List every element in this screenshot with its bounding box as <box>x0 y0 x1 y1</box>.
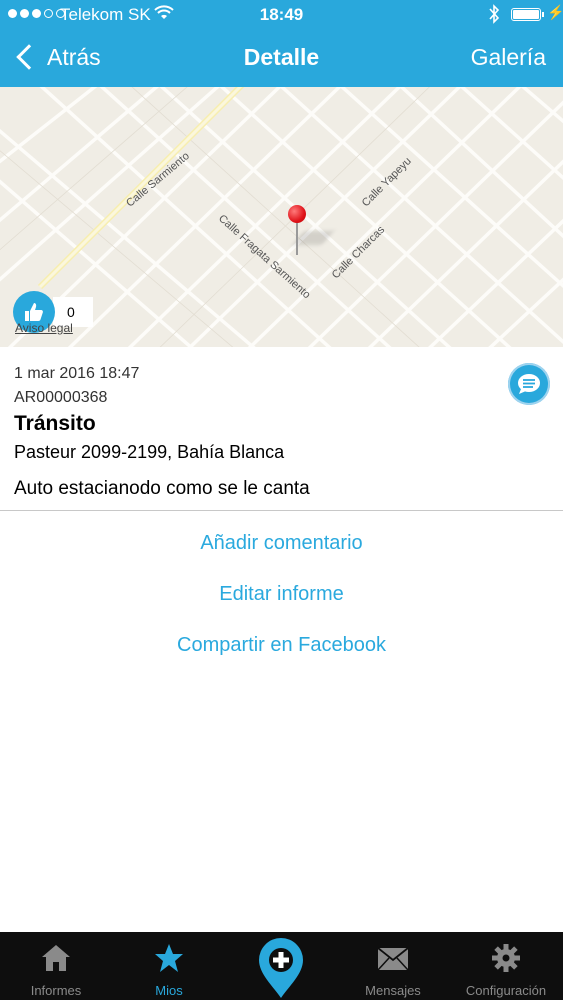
status-bar: Telekom SK 18:49 ⚡ <box>0 0 563 30</box>
chat-bubble-icon <box>518 374 540 394</box>
add-report-button[interactable] <box>257 936 305 1000</box>
edit-report-button[interactable]: Editar informe <box>0 583 563 606</box>
legal-notice-link[interactable]: Aviso legal <box>15 321 73 335</box>
envelope-icon <box>377 947 409 971</box>
map-view[interactable]: Calle Sarmiento Calle Fragata Sarmiento … <box>0 87 563 347</box>
add-pin-icon <box>259 938 303 998</box>
tab-mensajes[interactable]: Mensajes <box>350 932 436 1000</box>
report-detail: 1 mar 2016 18:47 AR00000368 Tránsito Pas… <box>0 347 563 511</box>
status-time: 18:49 <box>259 5 304 24</box>
tab-mios[interactable]: Mios <box>128 932 210 1000</box>
top-bar: Telekom SK 18:49 ⚡ Atrás Detalle Galería <box>0 0 563 87</box>
comments-button[interactable] <box>508 363 550 405</box>
tab-label: Mensajes <box>365 983 421 998</box>
report-date: 1 mar 2016 18:47 <box>14 365 140 382</box>
battery-icon <box>511 8 541 21</box>
share-facebook-button[interactable]: Compartir en Facebook <box>0 634 563 657</box>
report-address: Pasteur 2099-2199, Bahía Blanca <box>14 442 285 462</box>
tab-label: Mios <box>155 983 183 998</box>
report-id: AR00000368 <box>14 389 108 406</box>
home-icon <box>42 945 70 971</box>
gallery-button[interactable]: Galería <box>471 44 546 71</box>
report-category: Tránsito <box>14 412 96 435</box>
gear-icon <box>492 944 520 972</box>
bluetooth-icon <box>488 4 500 29</box>
charging-icon: ⚡ <box>547 4 563 20</box>
location-pin-icon[interactable] <box>288 205 334 265</box>
tab-label: Configuración <box>465 983 547 998</box>
tab-label: Informes <box>30 983 82 998</box>
tab-configuracion[interactable]: Configuración <box>456 932 556 1000</box>
tab-informes[interactable]: Informes <box>12 932 100 1000</box>
report-description: Auto estacianodo como se le canta <box>14 478 310 499</box>
add-comment-button[interactable]: Añadir comentario <box>0 532 563 555</box>
star-icon <box>155 944 183 972</box>
